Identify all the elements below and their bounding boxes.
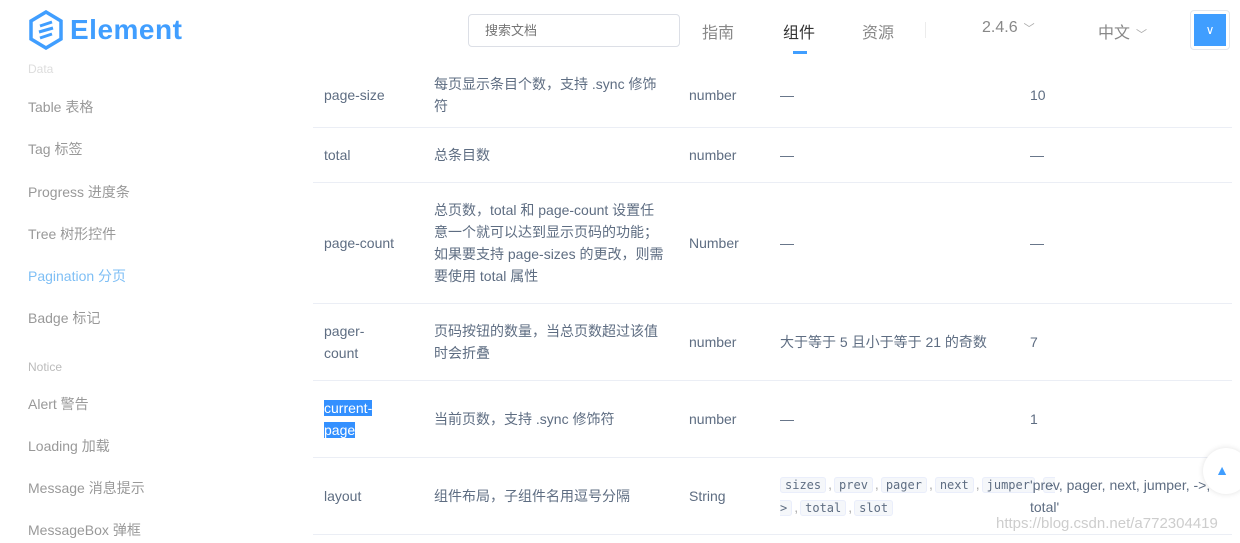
code-tag: slot — [854, 500, 894, 516]
table-row: total 总条目数 number — — — [313, 128, 1232, 183]
nav-guide[interactable]: 指南 — [702, 19, 734, 43]
sidebar-item-messagebox[interactable]: MessageBox 弹框 — [28, 520, 141, 540]
options-cell: sizes, prev, pager, next, jumper, ->, total, sl… — [780, 473, 1056, 519]
type-cell: number — [689, 147, 737, 163]
code-tag: sizes — [780, 477, 827, 493]
desc-cell: 总页数，total 和 page-count 设置任意一个就可以达到显示页码的功… — [434, 202, 664, 284]
sidebar-item-tree[interactable]: Tree 树形控件 — [28, 224, 116, 244]
table-row: current-page 当前页数，支持 .sync 修饰符 number — … — [313, 381, 1232, 458]
type-cell: number — [689, 334, 737, 350]
chevron-down-icon: ﹀ — [1023, 23, 1035, 35]
nav-resource[interactable]: 资源 — [862, 19, 894, 43]
language-select[interactable]: 中文 ﹀ — [1098, 19, 1147, 43]
default-cell: — — [1030, 235, 1044, 251]
separator: , — [828, 476, 833, 492]
param-cell: page-count — [324, 235, 395, 251]
separator: , — [794, 499, 799, 515]
nav-divider — [925, 22, 926, 38]
logo-text: Element — [70, 14, 183, 45]
type-cell: Number — [689, 235, 739, 251]
param-cell: page-size — [324, 86, 385, 103]
desc-cell: 当前页数，支持 .sync 修饰符 — [434, 411, 615, 427]
element-logo-icon — [29, 10, 63, 50]
options-cell: — — [780, 411, 794, 427]
nav-component[interactable]: 组件 — [783, 19, 815, 43]
type-cell: String — [689, 488, 726, 504]
language-value: 中文 — [1098, 25, 1131, 42]
sidebar-item-tag[interactable]: Tag 标签 — [28, 139, 82, 159]
separator: , — [848, 499, 853, 515]
default-cell: 7 — [1030, 334, 1038, 350]
code-tag: next — [934, 477, 974, 493]
code-tag: pager — [880, 477, 927, 493]
theme-dropdown-button[interactable]: ∨ — [1190, 10, 1230, 50]
chevron-down-icon: ∨ — [1194, 14, 1226, 46]
param-cell: layout — [324, 488, 362, 504]
param-cell: total — [324, 147, 351, 163]
sidebar-item-message[interactable]: Message 消息提示 — [28, 478, 145, 498]
sidebar: Data Table 表格 Tag 标签 Progress 进度条 Tree 树… — [0, 62, 290, 543]
desc-cell: 组件布局，子组件名用逗号分隔 — [434, 488, 630, 504]
table-row: page-size 每页显示条目个数，支持 .sync 修饰符 number —… — [313, 62, 1232, 128]
separator: , — [928, 476, 933, 492]
options-cell: — — [780, 147, 794, 163]
code-tag: jumper — [981, 477, 1035, 493]
param-cell: pager-count — [324, 323, 365, 361]
search-input[interactable] — [468, 14, 680, 47]
table-row: page-count 总页数，total 和 page-count 设置任意一个… — [313, 183, 1232, 304]
sidebar-item-badge[interactable]: Badge 标记 — [28, 308, 100, 328]
top-header: Element 指南 组件 资源 2.4.6 ﹀ 中文 ﹀ ∨ — [0, 0, 1240, 62]
sidebar-item-pagination[interactable]: Pagination 分页 — [28, 266, 126, 286]
sidebar-item-loading[interactable]: Loading 加载 — [28, 436, 110, 456]
active-nav-indicator — [793, 51, 807, 54]
sidebar-item-alert[interactable]: Alert 警告 — [28, 394, 89, 414]
code-tag: total — [800, 500, 847, 516]
sidebar-group-notice: Notice — [28, 360, 63, 374]
caret-up-icon: ▲ — [1215, 462, 1229, 478]
options-cell: 大于等于 5 且小于等于 21 的奇数 — [780, 334, 987, 350]
default-cell: 'prev, pager, next, jumper, ->, total' — [1030, 477, 1211, 515]
sidebar-item-progress[interactable]: Progress 进度条 — [28, 182, 130, 202]
options-cell: — — [780, 86, 794, 103]
separator: , — [975, 476, 980, 492]
chevron-down-icon: ﹀ — [1136, 29, 1148, 41]
table-row: pager-count 页码按钮的数量，当总页数超过该值时会折叠 number … — [313, 304, 1232, 381]
version-select[interactable]: 2.4.6 ﹀ — [982, 19, 1035, 37]
code-tag: prev — [834, 477, 873, 493]
default-cell: 1 — [1030, 411, 1038, 427]
sidebar-item-table[interactable]: Table 表格 — [28, 97, 93, 117]
desc-cell: 总条目数 — [434, 147, 490, 163]
sidebar-group-data: Data — [28, 62, 54, 76]
version-value: 2.4.6 — [982, 19, 1018, 36]
separator: , — [874, 476, 879, 492]
default-cell: 10 — [1030, 86, 1046, 103]
logo[interactable]: Element — [28, 10, 182, 50]
desc-cell: 页码按钮的数量，当总页数超过该值时会折叠 — [434, 323, 658, 361]
selected-text: current-page — [324, 400, 373, 438]
param-cell: current-page — [324, 397, 384, 441]
options-cell: — — [780, 235, 794, 251]
default-cell: — — [1030, 147, 1044, 163]
type-cell: number — [689, 86, 737, 103]
desc-cell: 每页显示条目个数，支持 .sync 修饰符 — [434, 75, 657, 114]
watermark: https://blog.csdn.net/a772304419 — [996, 515, 1218, 532]
type-cell: number — [689, 411, 737, 427]
